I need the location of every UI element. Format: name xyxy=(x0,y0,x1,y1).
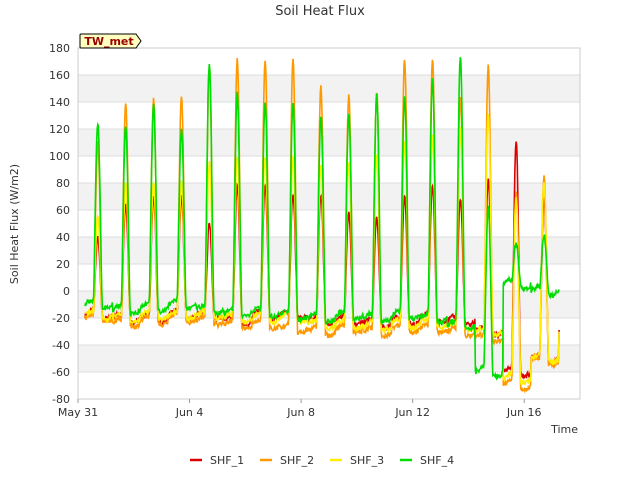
x-axis-label: Time xyxy=(550,423,578,436)
y-tick-label: 60 xyxy=(56,204,70,217)
y-axis-label: Soil Heat Flux (W/m2) xyxy=(8,164,21,284)
x-tick-label: Jun 12 xyxy=(394,406,430,419)
legend-label: SHF_3 xyxy=(350,454,384,467)
y-tick-label: 100 xyxy=(49,150,70,163)
y-tick-label: 160 xyxy=(49,69,70,82)
x-tick-label: Jun 16 xyxy=(506,406,542,419)
y-tick-label: 0 xyxy=(63,285,70,298)
y-tick-label: 40 xyxy=(56,231,70,244)
x-tick-label: Jun 4 xyxy=(175,406,204,419)
grid-band xyxy=(78,291,580,318)
grid-band xyxy=(78,345,580,372)
legend-label: SHF_2 xyxy=(280,454,314,467)
grid-band xyxy=(78,237,580,264)
y-tick-label: 20 xyxy=(56,258,70,271)
x-axis-ticks: May 31 Jun 4 Jun 8 Jun 12 Jun 16 xyxy=(58,399,542,419)
y-tick-label: -60 xyxy=(52,366,70,379)
series-lines xyxy=(84,57,560,395)
y-tick-label: 120 xyxy=(49,123,70,136)
y-tick-label: 80 xyxy=(56,177,70,190)
legend-label: SHF_1 xyxy=(210,454,244,467)
y-tick-label: -40 xyxy=(52,339,70,352)
annotation-box: TW_met xyxy=(79,33,142,49)
y-axis-ticks: -80 -60 -40 -20 0 20 40 60 80 100 120 140 160 180 xyxy=(49,42,70,406)
grid-band xyxy=(78,129,580,156)
x-tick-label: May 31 xyxy=(58,406,98,419)
legend: SHF_1 SHF_2 SHF_3 SHF_4 xyxy=(190,454,454,467)
y-tick-label: -20 xyxy=(52,312,70,325)
x-tick-label: Jun 8 xyxy=(286,406,315,419)
chart-title: Soil Heat Flux xyxy=(275,4,365,19)
y-tick-label: 140 xyxy=(49,96,70,109)
legend-label: SHF_4 xyxy=(420,454,454,467)
y-tick-label: -80 xyxy=(52,393,70,406)
annotation-label: TW_met xyxy=(84,35,133,48)
y-tick-label: 180 xyxy=(49,42,70,55)
soil-heat-flux-chart: Soil Heat Flux -80 -60 -40 -20 0 20 40 60 80 100 1… xyxy=(8,4,581,467)
